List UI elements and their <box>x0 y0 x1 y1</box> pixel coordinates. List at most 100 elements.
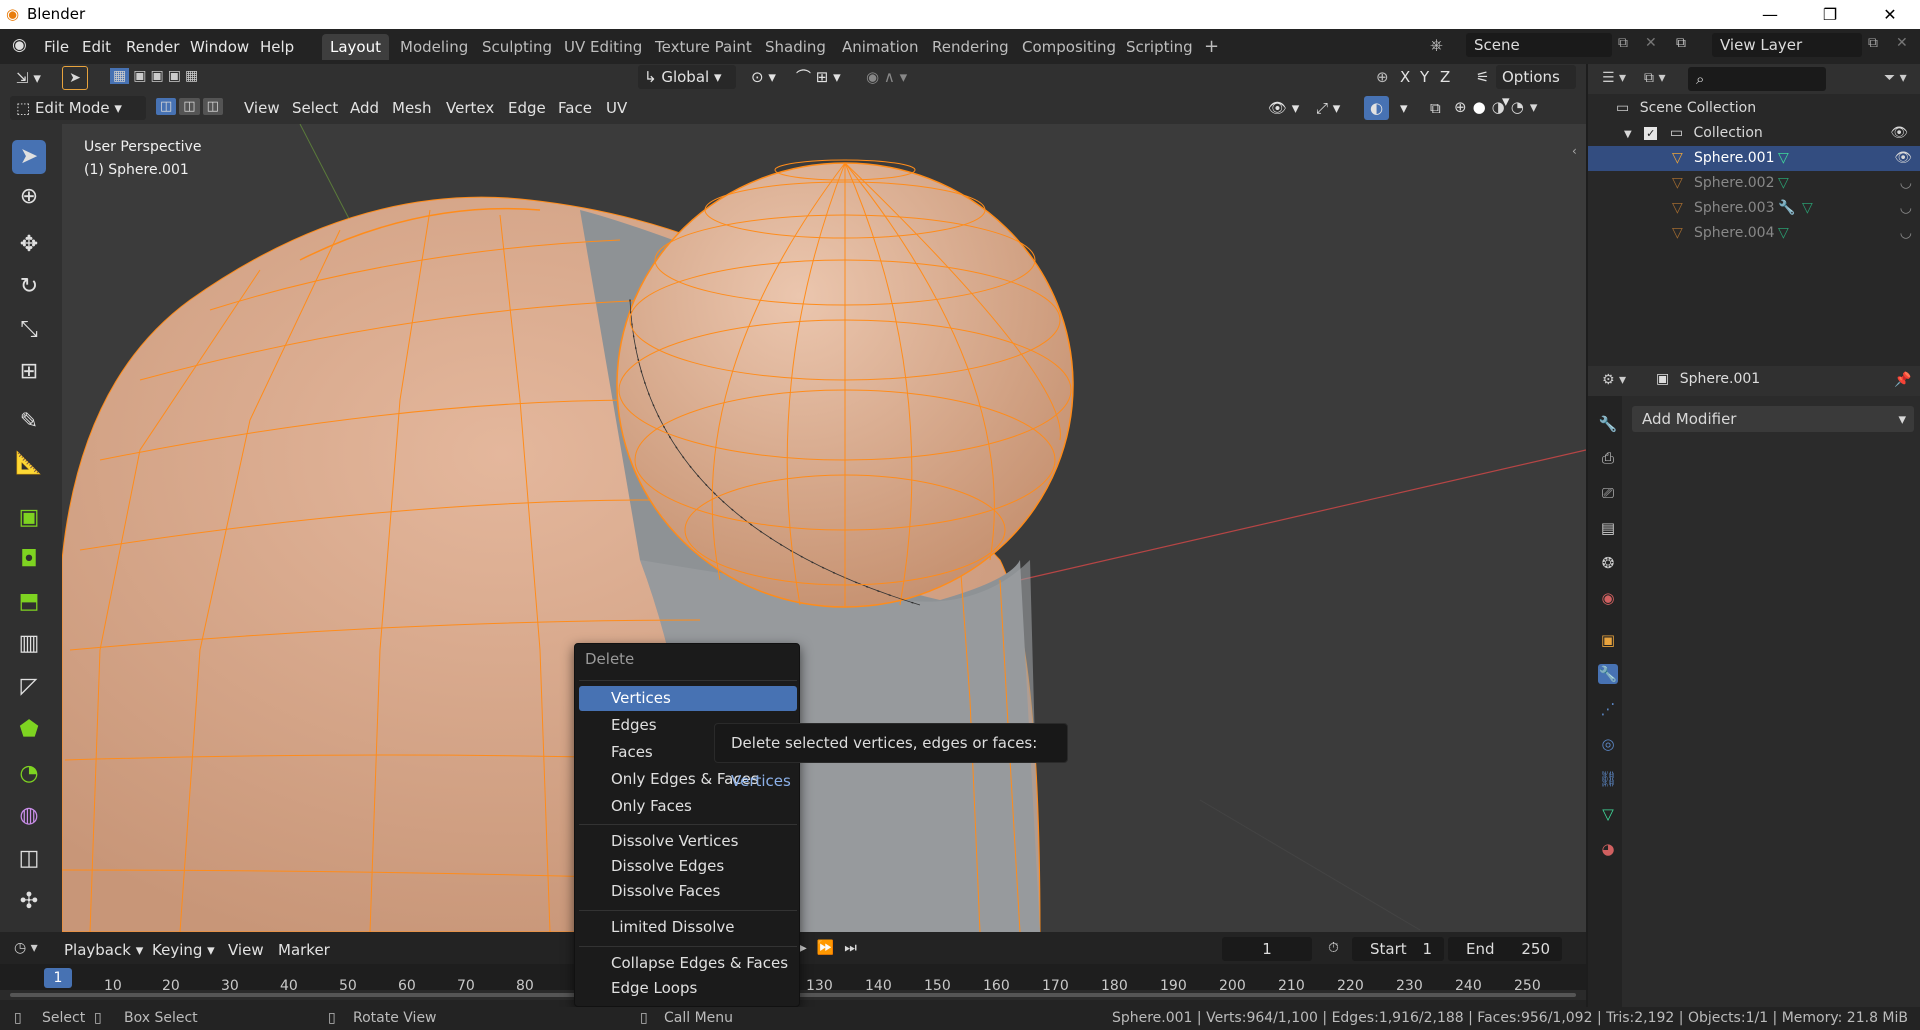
rotate-icon[interactable]: ↻ <box>12 270 46 304</box>
modifier-icon[interactable]: 🔧 <box>1778 196 1795 221</box>
current-frame-field[interactable]: 1 <box>1222 937 1312 961</box>
add-modifier-dropdown[interactable]: Add Modifier ▾ <box>1632 406 1914 432</box>
scene-collection-row[interactable]: ▭ Scene Collection <box>1616 96 1756 121</box>
output-tab-icon[interactable]: ⎚ <box>1598 483 1618 503</box>
tab-scripting[interactable]: Scripting <box>1118 34 1201 60</box>
menu-timeline-view[interactable]: View <box>222 938 270 962</box>
tab-modeling[interactable]: Modeling <box>392 34 476 60</box>
menu-keying[interactable]: Keying ▾ <box>146 938 221 962</box>
transform-icon[interactable]: ⊞ <box>12 355 46 389</box>
mesh-data-icon[interactable]: ▽ <box>1778 171 1789 196</box>
cursor-icon[interactable]: ⊕ <box>12 180 46 214</box>
select-box-icon[interactable]: ➤ <box>12 140 46 174</box>
wireframe-shading-icon[interactable]: ⊕ <box>1454 98 1467 116</box>
scene-tab-icon[interactable]: ❂ <box>1598 553 1618 573</box>
visibility-icon[interactable]: 👁 ▾ <box>1262 96 1305 120</box>
collection-row[interactable]: ▼ ✓ ▭ Collection 👁 <box>1624 121 1914 146</box>
properties-editor-icon[interactable]: ⚙ ▾ <box>1602 372 1626 388</box>
rendered-shading-icon[interactable]: ◔ <box>1511 98 1524 116</box>
scene-field[interactable]: Scene <box>1466 33 1612 57</box>
mesh-data-icon[interactable]: ▽ <box>1778 221 1789 246</box>
annotate-icon[interactable]: ✎ <box>12 405 46 439</box>
select-extend-icon[interactable]: ▣ <box>133 68 146 84</box>
select-subtract-icon[interactable]: ▣ <box>150 68 163 84</box>
bevel-icon[interactable]: ⬒ <box>12 585 46 619</box>
outliner-search-input[interactable]: ⌕ <box>1688 67 1826 91</box>
edge-slide-icon[interactable]: ◫ <box>12 842 46 876</box>
select-new-icon[interactable]: ▦ <box>110 68 130 84</box>
auto-merge-icon[interactable]: ⚟ <box>1470 65 1495 89</box>
data-tab-icon[interactable]: ▽ <box>1598 804 1618 824</box>
pivot-point-icon[interactable]: ⊙ ▾ <box>745 65 782 89</box>
select-mode-group[interactable]: ▦ ▣ ▣ ▣ ▦ <box>110 68 198 84</box>
menu-render[interactable]: Render <box>126 36 179 58</box>
sidebar-toggle-icon[interactable]: ‹ <box>1572 144 1577 158</box>
mode-dropdown[interactable]: ⬚ Edit Mode ▾ <box>10 96 146 120</box>
scene-browse-icon[interactable]: ⎈ <box>1430 35 1443 55</box>
menu-face[interactable]: Face <box>552 96 598 120</box>
tab-rendering[interactable]: Rendering <box>924 34 1017 60</box>
object-eye-icon[interactable]: 👁 <box>1894 146 1912 171</box>
render-tab-icon[interactable]: ⎙ <box>1598 448 1618 468</box>
menu-item-vertices[interactable]: Vertices <box>579 686 797 711</box>
poly-build-icon[interactable]: ⬟ <box>12 713 46 747</box>
extrude-icon[interactable]: ▣ <box>12 501 46 535</box>
mirror-axes-icon[interactable]: ⊕ <box>1370 65 1395 89</box>
overlays-dropdown-icon[interactable]: ▾ <box>1394 96 1414 120</box>
view-layer-copy-icon[interactable]: ⧉ <box>1868 35 1878 51</box>
menu-item-dissolve-faces[interactable]: Dissolve Faces <box>579 879 797 904</box>
menu-item-collapse-edges-faces[interactable]: Collapse Edges & Faces <box>579 951 797 976</box>
jump-keyframe-icon[interactable]: ⏩ <box>817 940 834 956</box>
pin-icon[interactable]: 📌 <box>1894 372 1911 388</box>
expand-collection-icon[interactable]: ▼ <box>1624 129 1632 140</box>
mesh-data-icon[interactable]: ▽ <box>1802 196 1813 221</box>
vertex-select-icon[interactable]: ◫ <box>156 98 177 115</box>
spin-icon[interactable]: ◔ <box>12 757 46 791</box>
object-hidden-icon[interactable]: ◡ <box>1900 171 1912 196</box>
menu-item-dissolve-edges[interactable]: Dissolve Edges <box>579 854 797 879</box>
view-layer-field[interactable]: View Layer <box>1712 33 1862 57</box>
menu-item-edge-loops[interactable]: Edge Loops <box>579 976 797 1001</box>
object-hidden-icon[interactable]: ◡ <box>1900 196 1912 221</box>
tab-shading[interactable]: Shading <box>757 34 834 60</box>
menu-vertex[interactable]: Vertex <box>440 96 500 120</box>
solid-shading-icon[interactable]: ● <box>1473 98 1486 116</box>
inset-icon[interactable]: ◘ <box>12 543 46 577</box>
material-shading-icon[interactable]: ◑ <box>1492 98 1505 116</box>
object-tab-icon[interactable]: ▣ <box>1598 630 1618 650</box>
menu-playback[interactable]: Playback ▾ <box>58 938 149 962</box>
gizmo-icon[interactable]: ⤢ ▾ <box>1310 96 1346 120</box>
outliner-item-sphere-002[interactable]: ▽ Sphere.002 ▽ ◡ <box>1588 171 1920 196</box>
tab-layout[interactable]: Layout <box>322 34 389 60</box>
menu-edit[interactable]: Edit <box>82 36 111 58</box>
particles-tab-icon[interactable]: ⋰ <box>1598 699 1618 719</box>
mesh-data-icon[interactable]: ▽ <box>1778 146 1789 171</box>
menu-file[interactable]: File <box>44 36 69 58</box>
view-layer-browse-icon[interactable]: ⧉ <box>1676 35 1686 51</box>
close-button[interactable]: ✕ <box>1860 2 1920 28</box>
3d-viewport[interactable]: User Perspective (1) Sphere.001 ‹ <box>62 124 1586 932</box>
loop-cut-icon[interactable]: ▥ <box>12 627 46 661</box>
menu-view[interactable]: View <box>238 96 286 120</box>
stopwatch-icon[interactable]: ⏱ <box>1328 940 1339 956</box>
blender-menu-icon[interactable]: ◉ <box>12 35 27 55</box>
mirror-y-toggle[interactable]: Y <box>1414 65 1435 89</box>
material-tab-icon[interactable]: ◕ <box>1598 839 1618 859</box>
view-layer-remove-icon[interactable]: ✕ <box>1896 35 1908 51</box>
timeline-editor-icon[interactable]: ◷ ▾ <box>14 940 38 956</box>
menu-mesh[interactable]: Mesh <box>386 96 438 120</box>
maximize-button[interactable]: ❐ <box>1800 2 1860 28</box>
minimize-button[interactable]: — <box>1740 2 1800 28</box>
menu-edge[interactable]: Edge <box>502 96 552 120</box>
xray-icon[interactable]: ⧉ <box>1424 96 1447 120</box>
menu-item-limited-dissolve[interactable]: Limited Dissolve <box>579 915 797 940</box>
snap-icon[interactable]: ⌒ ⊞ ▾ <box>790 65 847 89</box>
knife-icon[interactable]: ◸ <box>12 670 46 704</box>
view-layer-tab-icon[interactable]: ▤ <box>1598 518 1618 538</box>
outliner-item-sphere-001[interactable]: ▽ Sphere.001 ▽ 👁 <box>1588 146 1920 171</box>
add-workspace-button[interactable]: + <box>1196 34 1227 60</box>
editor-type-icon[interactable]: ⇲ ▾ <box>10 66 47 90</box>
tab-uv-editing[interactable]: UV Editing <box>556 34 650 60</box>
edge-select-icon[interactable]: ◫ <box>179 98 200 115</box>
measure-icon[interactable]: 📐 <box>12 447 46 481</box>
